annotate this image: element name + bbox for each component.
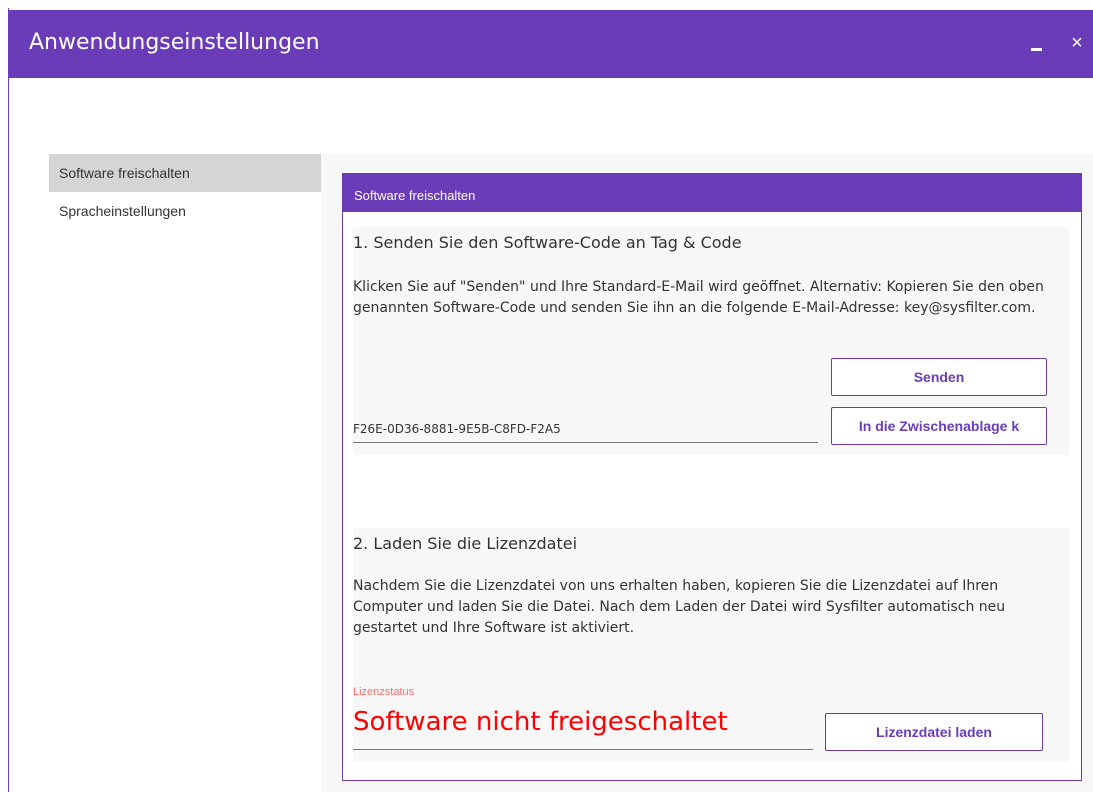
license-status-label: Lizenzstatus	[353, 686, 415, 698]
step1-description: Klicken Sie auf "Senden" und Ihre Standa…	[353, 279, 1044, 316]
step2-title: 2. Laden Sie die Lizenzdatei	[353, 534, 578, 553]
step1-section: 1. Senden Sie den Software-Code an Tag &…	[353, 227, 1069, 455]
software-code-field[interactable]: F26E-0D36-8881-9E5B-C8FD-F2A5	[353, 419, 818, 443]
settings-window: Anwendungseinstellungen × Software freis…	[8, 8, 1093, 792]
license-status-value: Software nicht freigeschaltet	[353, 704, 813, 750]
title-bar[interactable]: Anwendungseinstellungen ×	[9, 10, 1093, 78]
sidebar-item-software-freischalten[interactable]: Software freischalten	[49, 154, 321, 192]
top-band	[9, 78, 1093, 154]
step2-description: Nachdem Sie die Lizenzdatei von uns erha…	[353, 578, 1006, 636]
step1-title: 1. Senden Sie den Software-Code an Tag &…	[353, 233, 742, 252]
activation-panel: Software freischalten 1. Senden Sie den …	[342, 173, 1082, 781]
close-button[interactable]: ×	[1065, 30, 1089, 56]
copy-to-clipboard-button[interactable]: In die Zwischenablage k	[831, 407, 1047, 445]
sidebar-item-spracheinstellungen[interactable]: Spracheinstellungen	[49, 192, 321, 230]
load-license-button[interactable]: Lizenzdatei laden	[825, 713, 1043, 751]
step2-section: 2. Laden Sie die Lizenzdatei Nachdem Sie…	[353, 528, 1069, 762]
panel-header: Software freischalten	[343, 174, 1081, 212]
send-button[interactable]: Senden	[831, 358, 1047, 396]
minimize-icon	[1031, 48, 1042, 51]
minimize-button[interactable]	[1025, 32, 1049, 56]
settings-sidebar: Software freischalten Spracheinstellunge…	[49, 154, 321, 230]
window-title: Anwendungseinstellungen	[29, 30, 320, 55]
